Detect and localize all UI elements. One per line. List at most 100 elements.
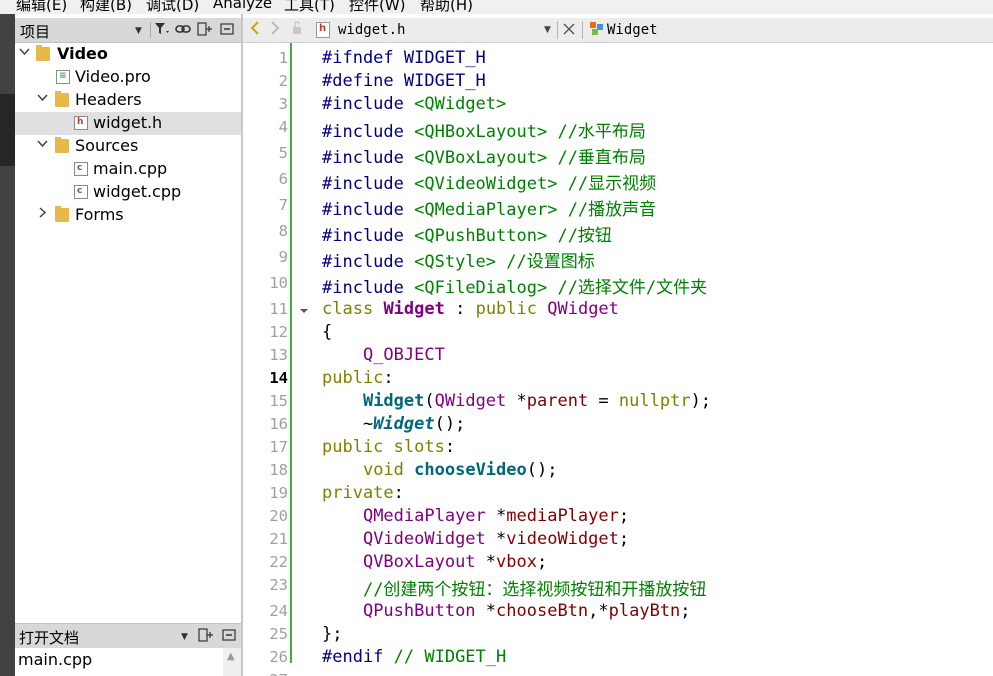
code-line[interactable]: Q_OBJECT [322, 345, 445, 365]
chevron-down-icon[interactable] [19, 46, 30, 60]
code-line[interactable]: private: [322, 483, 404, 503]
forward-arrow-icon[interactable] [269, 20, 281, 40]
line-number: 5 [278, 144, 288, 162]
code-line[interactable]: Widget(QWidget *parent = nullptr); [322, 391, 711, 411]
editor-file-name[interactable]: widget.h [338, 22, 405, 38]
line-number: 24 [269, 602, 288, 620]
folder-icon [55, 91, 69, 107]
close-icon[interactable] [562, 21, 576, 41]
cpp-file-icon: c [74, 185, 88, 199]
menu-edit[interactable]: 编辑(E) [16, 0, 67, 14]
chevron-down-icon[interactable]: ▼ [544, 25, 551, 35]
code-line[interactable]: }; [322, 624, 342, 644]
code-line[interactable]: #include <QFileDialog> //选择文件/文件夹 [322, 273, 707, 298]
line-number: 20 [269, 507, 288, 525]
tree-item-widget-h[interactable]: h widget.h [15, 112, 241, 135]
split-icon[interactable] [197, 22, 213, 39]
divider [557, 21, 558, 39]
filter-icon[interactable] [154, 22, 170, 39]
code-line[interactable]: QVBoxLayout *vbox; [322, 552, 547, 572]
chevron-down-icon[interactable]: ▼ [181, 632, 188, 642]
line-number: 23 [269, 576, 288, 594]
menu-bar: 编辑(E) 构建(B) 调试(D) Analyze 工具(T) 控件(W) 帮助… [0, 0, 993, 14]
tree-item-label: Video.pro [75, 67, 151, 86]
tree-item-label: Forms [75, 205, 124, 224]
menu-debug[interactable]: 调试(D) [146, 0, 199, 14]
line-number: 16 [269, 415, 288, 433]
open-document-item[interactable]: main.cpp [18, 650, 92, 669]
line-number: 26 [269, 648, 288, 666]
tree-item-sources[interactable]: Sources [15, 135, 241, 158]
code-line[interactable]: { [322, 322, 332, 342]
code-editor[interactable]: #ifndef WIDGET_H #define WIDGET_H #include… [318, 43, 993, 676]
code-line[interactable]: public: [322, 368, 394, 388]
divider [150, 22, 151, 38]
tree-item-main-cpp[interactable]: c main.cpp [15, 158, 241, 181]
project-folder-icon [36, 45, 50, 61]
code-line[interactable]: public slots: [322, 437, 455, 457]
code-line[interactable]: #include <QVideoWidget> //显示视频 [322, 169, 656, 194]
menu-tools[interactable]: 工具(T) [284, 0, 335, 14]
chevron-down-icon[interactable] [37, 92, 48, 106]
code-line[interactable]: ~Widget(); [322, 414, 465, 434]
close-panel-icon[interactable] [220, 22, 234, 39]
tree-item-video-project[interactable]: Video [15, 43, 241, 66]
code-line[interactable]: #ifndef WIDGET_H [322, 48, 486, 68]
chevron-down-icon[interactable] [37, 138, 48, 152]
close-panel-icon[interactable] [222, 628, 236, 645]
code-line[interactable]: //创建两个按钮：选择视频按钮和开播放按钮 [322, 575, 706, 600]
code-line[interactable]: #include <QStyle> //设置图标 [322, 247, 595, 272]
project-panel-title[interactable]: 项目 [20, 21, 50, 42]
line-number: 18 [269, 461, 288, 479]
code-line[interactable]: #include <QPushButton> //按钮 [322, 221, 612, 246]
project-panel-header: 项目 ▼ [15, 18, 241, 43]
tree-item-widget-cpp[interactable]: c widget.cpp [15, 181, 241, 204]
code-line[interactable]: #include <QMediaPlayer> //播放声音 [322, 195, 656, 220]
line-number: 2 [278, 72, 288, 90]
tree-item-label: Sources [75, 136, 139, 155]
tree-item-video-pro[interactable]: ≡ Video.pro [15, 66, 241, 89]
code-line[interactable]: class Widget : public QWidget [322, 299, 619, 319]
fold-toggle-icon[interactable] [299, 306, 309, 319]
scrollbar[interactable]: ▲ [223, 648, 241, 676]
line-number: 17 [269, 438, 288, 456]
mode-selected[interactable] [0, 94, 15, 166]
editor-symbol[interactable]: Widget [607, 22, 658, 38]
code-line[interactable]: #include <QWidget> [322, 94, 506, 114]
line-number: 10 [269, 274, 288, 292]
code-line[interactable]: #include <QHBoxLayout> //水平布局 [322, 117, 646, 142]
code-line[interactable]: void chooseVideo(); [322, 460, 558, 480]
chevron-down-icon[interactable]: ▼ [135, 26, 142, 36]
tree-item-headers[interactable]: Headers [15, 89, 241, 112]
scroll-up-icon[interactable]: ▲ [227, 651, 235, 662]
code-line[interactable]: QMediaPlayer *mediaPlayer; [322, 506, 629, 526]
menu-help[interactable]: 帮助(H) [420, 0, 473, 14]
code-line[interactable]: #define WIDGET_H [322, 71, 486, 91]
line-number: 27 [248, 671, 288, 676]
menu-analyze[interactable]: Analyze [213, 0, 272, 12]
code-line[interactable]: #include <QVBoxLayout> //垂直布局 [322, 143, 646, 168]
code-line[interactable]: QPushButton *chooseBtn,*playBtn; [322, 601, 691, 621]
open-documents-list: main.cpp ▲ [15, 648, 241, 676]
changed-lines-marker [290, 43, 292, 663]
tree-item-label: Video [57, 44, 108, 63]
tree-item-label: widget.cpp [93, 182, 182, 201]
line-number: 6 [278, 170, 288, 188]
back-arrow-icon[interactable] [249, 20, 261, 40]
code-line[interactable]: QVideoWidget *videoWidget; [322, 529, 629, 549]
menu-build[interactable]: 构建(B) [80, 0, 132, 14]
code-line[interactable]: #endif // WIDGET_H [322, 647, 506, 667]
header-file-icon: h [316, 22, 330, 38]
line-number: 11 [269, 300, 288, 318]
line-number: 25 [269, 625, 288, 643]
cpp-file-icon: c [74, 162, 88, 176]
open-documents-title[interactable]: 打开文档 [19, 627, 79, 648]
split-icon[interactable] [198, 628, 214, 645]
link-icon[interactable] [175, 22, 191, 39]
editor-toolbar: h widget.h ▼ Widget [243, 18, 993, 43]
line-number: 9 [278, 248, 288, 266]
chevron-right-icon[interactable] [37, 207, 48, 221]
tree-item-forms[interactable]: Forms [15, 204, 241, 227]
menu-controls[interactable]: 控件(W) [349, 0, 406, 14]
lock-icon [291, 20, 303, 40]
